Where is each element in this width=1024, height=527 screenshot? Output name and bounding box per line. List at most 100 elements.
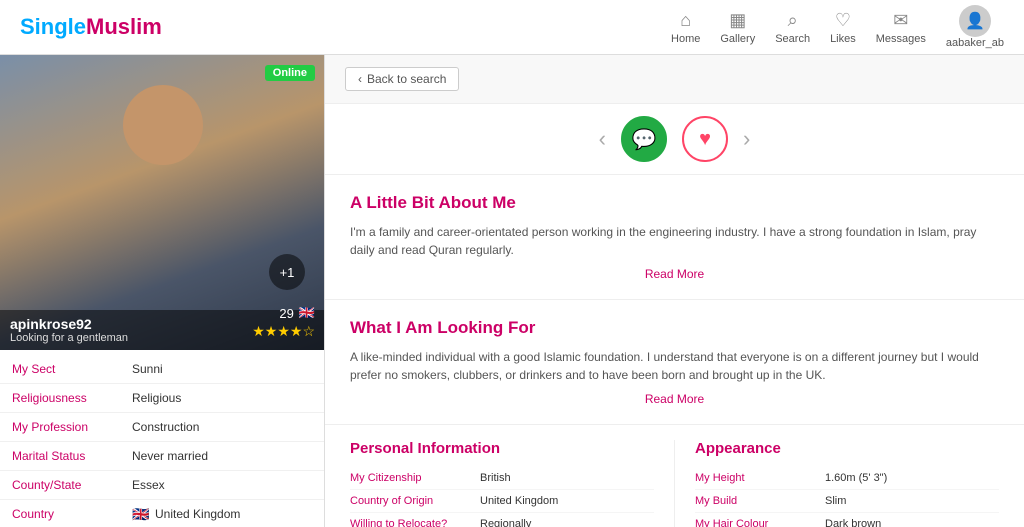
profile-tagline: Looking for a gentleman: [10, 332, 128, 344]
citizenship-row: My Citizenship British: [350, 467, 654, 490]
profile-age: 29: [279, 306, 293, 321]
personal-info-col: Personal Information My Citizenship Brit…: [350, 440, 654, 527]
hair-colour-label: My Hair Colour: [695, 518, 825, 527]
nav-gallery-label: Gallery: [720, 33, 755, 45]
sect-label: My Sect: [12, 362, 132, 376]
site-logo: SingleMuslim: [20, 14, 162, 40]
online-badge: Online: [265, 65, 315, 81]
logo-single: Single: [20, 14, 86, 39]
age-flag: 29 🇬🇧: [279, 305, 315, 321]
heart-icon: ♥: [699, 128, 711, 151]
right-panel: ‹ Back to search ‹ 💬 ♥ › A Little Bit Ab…: [325, 55, 1024, 527]
detail-country: Country 🇬🇧 United Kingdom: [0, 500, 324, 527]
main-layout: Online +1 apinkrose92 Looking for a gent…: [0, 55, 1024, 527]
nav-user-profile[interactable]: 👤 aabaker_ab: [946, 5, 1004, 49]
country-value: 🇬🇧 United Kingdom: [132, 507, 240, 521]
country-of-origin-label: Country of Origin: [350, 495, 480, 507]
profile-stars: ★★★★☆: [252, 323, 315, 340]
back-chevron-icon: ‹: [358, 72, 362, 86]
detail-profession: My Profession Construction: [0, 413, 324, 442]
hair-colour-row: My Hair Colour Dark brown: [695, 513, 999, 527]
country-of-origin-row: Country of Origin United Kingdom: [350, 490, 654, 513]
nav-home-label: Home: [671, 33, 700, 45]
main-nav: ⌂ Home ▦ Gallery ⌕ Search ♡ Likes ✉ Mess…: [671, 5, 1004, 49]
avatar: 👤: [959, 5, 991, 37]
about-me-title: A Little Bit About Me: [350, 193, 999, 213]
relocate-label: Willing to Relocate?: [350, 518, 480, 527]
gallery-icon: ▦: [729, 10, 746, 31]
relocate-row: Willing to Relocate? Regionally: [350, 513, 654, 527]
religiousness-label: Religiousness: [12, 391, 132, 405]
marital-value: Never married: [132, 449, 208, 463]
height-label: My Height: [695, 472, 825, 484]
personal-appearance-section: Personal Information My Citizenship Brit…: [325, 425, 1024, 527]
nav-messages[interactable]: ✉ Messages: [876, 10, 926, 45]
col-divider: [674, 440, 675, 527]
back-bar: ‹ Back to search: [325, 55, 1024, 104]
religiousness-value: Religious: [132, 391, 181, 405]
citizenship-value: British: [480, 472, 511, 484]
likes-icon: ♡: [835, 10, 851, 31]
action-buttons-row: ‹ 💬 ♥ ›: [325, 104, 1024, 175]
appearance-col: Appearance My Height 1.60m (5' 3") My Bu…: [695, 440, 999, 527]
nav-search[interactable]: ⌕ Search: [775, 10, 810, 45]
profile-info-bar: apinkrose92 Looking for a gentleman 29 🇬…: [0, 310, 325, 350]
nav-messages-label: Messages: [876, 33, 926, 45]
profession-value: Construction: [132, 420, 199, 434]
build-label: My Build: [695, 495, 825, 507]
nav-home[interactable]: ⌂ Home: [671, 10, 700, 45]
message-icon: 💬: [632, 127, 657, 152]
nav-username-label: aabaker_ab: [946, 37, 1004, 49]
county-label: County/State: [12, 478, 132, 492]
profession-label: My Profession: [12, 420, 132, 434]
looking-for-text: A like-minded individual with a good Isl…: [350, 348, 999, 384]
nav-likes[interactable]: ♡ Likes: [830, 10, 856, 45]
detail-county: County/State Essex: [0, 471, 324, 500]
country-label: Country: [12, 507, 132, 521]
build-value: Slim: [825, 495, 846, 507]
prev-profile-button[interactable]: ‹: [599, 126, 606, 152]
left-panel: Online +1 apinkrose92 Looking for a gent…: [0, 55, 325, 527]
about-me-text: I'm a family and career-orientated perso…: [350, 223, 999, 259]
height-row: My Height 1.60m (5' 3"): [695, 467, 999, 490]
personal-info-title: Personal Information: [350, 440, 654, 457]
home-icon: ⌂: [680, 10, 691, 31]
build-row: My Build Slim: [695, 490, 999, 513]
profile-meta: 29 🇬🇧 ★★★★☆: [252, 305, 315, 340]
height-value: 1.60m (5' 3"): [825, 472, 887, 484]
messages-icon: ✉: [893, 10, 908, 31]
detail-sect: My Sect Sunni: [0, 355, 324, 384]
back-to-search-button[interactable]: ‹ Back to search: [345, 67, 459, 91]
message-button[interactable]: 💬: [621, 116, 667, 162]
next-profile-button[interactable]: ›: [743, 126, 750, 152]
appearance-title: Appearance: [695, 440, 999, 457]
profile-image-area: Online +1 apinkrose92 Looking for a gent…: [0, 55, 325, 350]
search-icon: ⌕: [788, 10, 798, 31]
uk-flag-icon: 🇬🇧: [132, 508, 150, 520]
plus-photos-indicator[interactable]: +1: [269, 254, 305, 290]
about-me-read-more[interactable]: Read More: [350, 267, 999, 281]
hair-colour-value: Dark brown: [825, 518, 881, 527]
nav-search-label: Search: [775, 33, 810, 45]
looking-for-title: What I Am Looking For: [350, 318, 999, 338]
relocate-value: Regionally: [480, 518, 531, 527]
sect-value: Sunni: [132, 362, 163, 376]
detail-marital: Marital Status Never married: [0, 442, 324, 471]
like-button[interactable]: ♥: [682, 116, 728, 162]
back-label: Back to search: [367, 72, 446, 86]
profile-username: apinkrose92: [10, 316, 128, 332]
looking-for-section: What I Am Looking For A like-minded indi…: [325, 300, 1024, 425]
looking-for-read-more[interactable]: Read More: [350, 392, 999, 406]
nav-likes-label: Likes: [830, 33, 856, 45]
about-me-section: A Little Bit About Me I'm a family and c…: [325, 175, 1024, 300]
profile-details: My Sect Sunni Religiousness Religious My…: [0, 350, 324, 527]
marital-label: Marital Status: [12, 449, 132, 463]
nav-gallery[interactable]: ▦ Gallery: [720, 10, 755, 45]
citizenship-label: My Citizenship: [350, 472, 480, 484]
flag-icon: 🇬🇧: [299, 305, 315, 321]
country-of-origin-value: United Kingdom: [480, 495, 558, 507]
logo-muslim: Muslim: [86, 14, 162, 39]
county-value: Essex: [132, 478, 165, 492]
header: SingleMuslim ⌂ Home ▦ Gallery ⌕ Search ♡…: [0, 0, 1024, 55]
detail-religiousness: Religiousness Religious: [0, 384, 324, 413]
